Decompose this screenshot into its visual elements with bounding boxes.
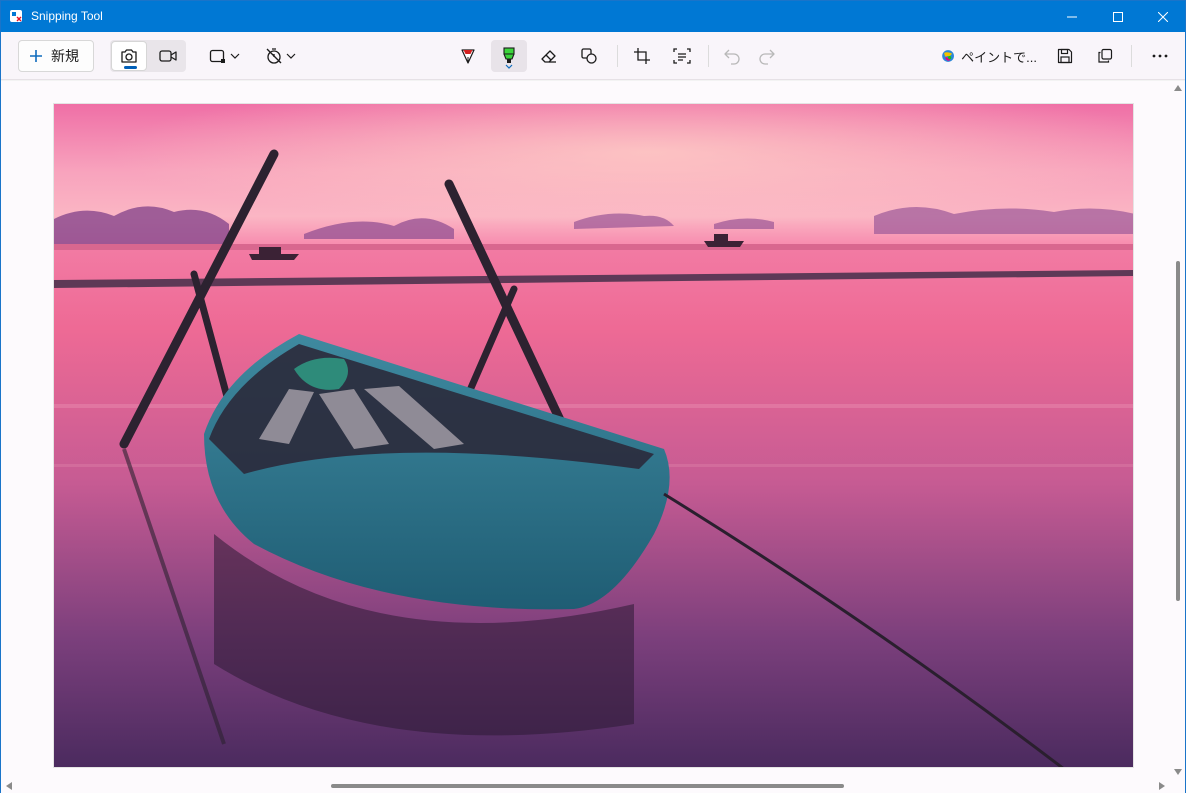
toolbar: 新規 ペイントで... [1, 32, 1185, 80]
undo-button[interactable] [715, 40, 749, 72]
video-camera-icon [159, 50, 177, 62]
delay-timer-dropdown[interactable] [259, 40, 301, 72]
minimize-button[interactable] [1049, 1, 1095, 32]
captured-screenshot-image[interactable] [53, 103, 1134, 768]
redo-icon [759, 49, 775, 65]
scroll-left-arrow-icon[interactable] [6, 782, 12, 790]
chevron-down-icon [505, 64, 513, 69]
scroll-down-arrow-icon[interactable] [1174, 769, 1182, 775]
minimize-icon [1067, 16, 1077, 17]
boat-sunset-photo [54, 104, 1133, 767]
window-title: Snipping Tool [31, 9, 103, 23]
snip-mode-group [110, 40, 186, 72]
copy-button[interactable] [1088, 40, 1122, 72]
copy-icon [1098, 48, 1113, 63]
more-horizontal-icon [1152, 54, 1168, 58]
crop-button[interactable] [625, 40, 659, 72]
toolbar-separator [617, 45, 618, 67]
scroll-up-arrow-icon[interactable] [1174, 85, 1182, 91]
text-actions-button[interactable] [665, 40, 699, 72]
new-snip-button[interactable]: 新規 [18, 40, 94, 72]
open-in-paint-label: ペイントで... [961, 49, 1037, 65]
selected-mode-indicator [124, 66, 137, 69]
snipping-tool-app-icon [10, 10, 22, 22]
shapes-button[interactable] [572, 40, 606, 72]
vertical-scroll-thumb[interactable] [1176, 261, 1180, 601]
save-icon [1057, 48, 1073, 64]
snipping-tool-window: Snipping Tool 新規 ペイントで... [0, 0, 1186, 793]
more-options-button[interactable] [1143, 40, 1177, 72]
vertical-scrollbar[interactable] [1171, 81, 1185, 779]
open-in-paint-button[interactable]: ペイントで... [937, 40, 1037, 72]
record-mode-button[interactable] [150, 41, 186, 71]
close-button[interactable] [1140, 1, 1186, 32]
undo-icon [724, 49, 740, 65]
title-bar[interactable]: Snipping Tool [1, 1, 1185, 32]
rectangle-snip-icon [209, 49, 225, 63]
horizontal-scrollbar[interactable] [1, 779, 1171, 793]
save-button[interactable] [1048, 40, 1082, 72]
maximize-button[interactable] [1095, 1, 1141, 32]
toolbar-separator [708, 45, 709, 67]
shapes-icon [581, 48, 597, 64]
scroll-right-arrow-icon[interactable] [1159, 782, 1165, 790]
camera-icon [121, 49, 137, 63]
plus-icon [30, 50, 42, 62]
paint-app-icon [942, 50, 954, 62]
timer-off-icon [266, 48, 281, 64]
close-icon [1158, 11, 1168, 22]
text-scan-icon [673, 48, 691, 64]
screenshot-mode-button[interactable] [111, 41, 147, 71]
snip-shape-dropdown[interactable] [204, 40, 244, 72]
new-snip-label: 新規 [51, 48, 79, 64]
chevron-down-icon [286, 53, 295, 59]
ballpoint-pen-button[interactable] [451, 40, 485, 72]
eraser-button[interactable] [532, 40, 566, 72]
eraser-icon [541, 50, 556, 63]
highlighter-button[interactable] [491, 40, 527, 72]
horizontal-scroll-thumb[interactable] [331, 784, 844, 788]
canvas-area[interactable] [1, 81, 1185, 793]
redo-button[interactable] [750, 40, 784, 72]
chevron-down-icon [230, 53, 239, 59]
crop-icon [634, 48, 650, 64]
highlighter-icon [503, 47, 515, 63]
maximize-icon [1113, 11, 1123, 22]
ballpoint-pen-icon [461, 49, 475, 64]
toolbar-separator [1131, 45, 1132, 67]
